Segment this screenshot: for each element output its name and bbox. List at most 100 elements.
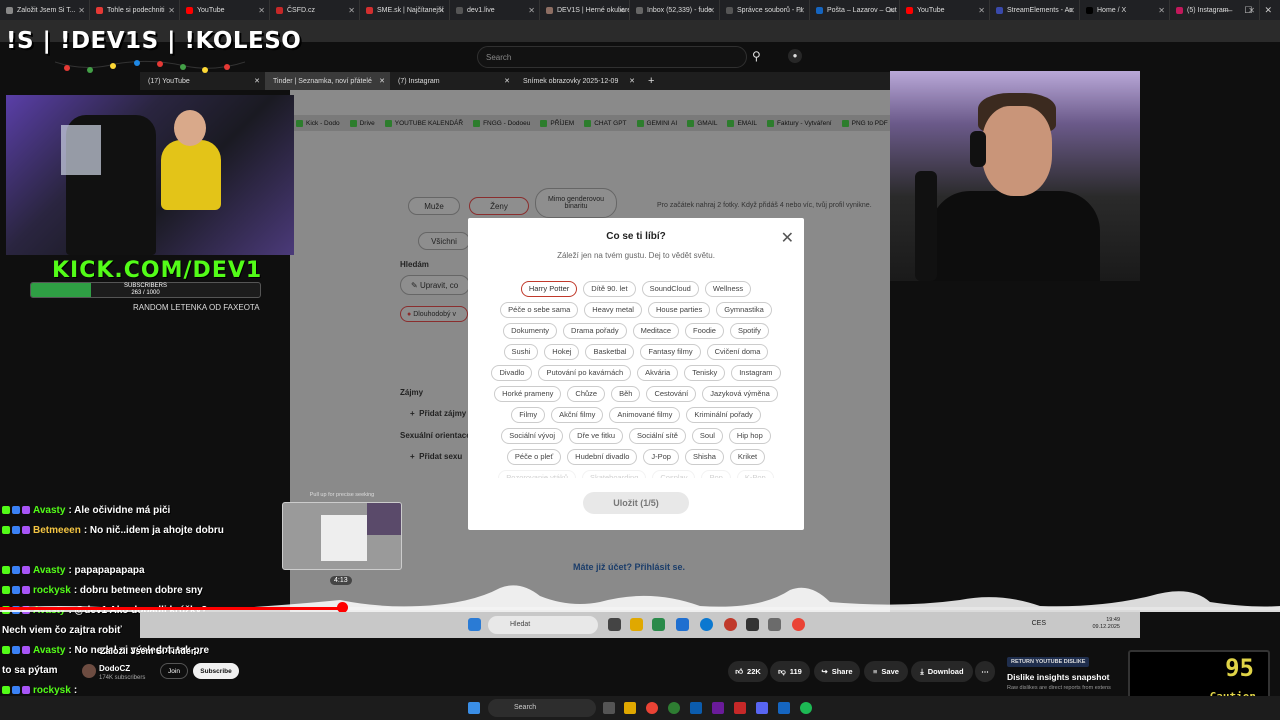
interest-chip[interactable]: Jazyková výměna: [702, 385, 778, 402]
interest-chip[interactable]: Filmy: [511, 406, 546, 423]
new-tab-icon[interactable]: +: [648, 75, 654, 87]
file-explorer-icon[interactable]: [630, 618, 643, 631]
browser-tab[interactable]: YouTube ✕: [900, 0, 990, 20]
task-view-icon[interactable]: [608, 618, 621, 631]
bookmark-item[interactable]: GEMINI AI: [636, 119, 677, 127]
interest-chip[interactable]: Cosplay: [652, 469, 696, 478]
bookmark-item[interactable]: GMAIL: [687, 119, 717, 127]
microphone-icon[interactable]: ●: [788, 49, 802, 63]
close-icon[interactable]: ✕: [781, 228, 794, 248]
bookmark-item[interactable]: YOUTUBE KALENDÁŘ: [384, 119, 463, 127]
bookmark-item[interactable]: FNGG - Dodoeu: [473, 119, 530, 127]
interest-chip[interactable]: Běh: [611, 385, 641, 402]
interest-chip[interactable]: Shisha: [684, 448, 724, 465]
interest-chip[interactable]: Cestování: [646, 385, 697, 402]
close-tab-icon[interactable]: ✕: [1068, 6, 1075, 15]
login-link[interactable]: Máte již účet? Přihlásit se.: [573, 562, 685, 572]
interest-chip[interactable]: Gymnastika: [716, 301, 772, 318]
browser-tab[interactable]: YouTube ✕: [180, 0, 270, 20]
interest-chip[interactable]: Drama pořady: [563, 322, 627, 339]
close-tab-icon[interactable]: ✕: [438, 6, 445, 15]
browser-tab[interactable]: SME.sk | Najčítanejší ✕: [360, 0, 450, 20]
interest-chip[interactable]: Meditace: [632, 322, 680, 339]
browser-tab[interactable]: Home / X ✕: [1080, 0, 1170, 20]
interest-chip[interactable]: Soul: [691, 427, 723, 444]
file-explorer-icon[interactable]: [624, 702, 636, 714]
interest-chip[interactable]: Pozorovanie vtáků: [498, 469, 576, 478]
interest-chip[interactable]: Fantasy filmy: [640, 343, 701, 360]
app-icon[interactable]: [690, 702, 702, 714]
app-icon[interactable]: [734, 702, 746, 714]
interest-chip[interactable]: Akvária: [637, 364, 679, 381]
save-video-button[interactable]: ≡ Save: [864, 661, 908, 682]
bookmark-item[interactable]: EMAIL: [727, 119, 757, 127]
app-icon[interactable]: [668, 702, 680, 714]
interest-chip[interactable]: J-Pop: [643, 448, 679, 465]
inner-browser-tab[interactable]: Tinder | Seznamka, noví přátelé ✕: [265, 72, 390, 90]
app-icon[interactable]: [778, 702, 790, 714]
youtube-search-input[interactable]: Search: [477, 46, 747, 68]
interest-chip[interactable]: Horké prameny: [494, 385, 562, 402]
close-tab-icon[interactable]: ✕: [504, 77, 510, 85]
interest-chip[interactable]: Dře ve fitku: [569, 427, 624, 444]
interest-chip[interactable]: Sushi: [503, 343, 539, 360]
channel-name[interactable]: DodoCZ: [99, 664, 130, 673]
interest-chip[interactable]: Hokej: [544, 343, 580, 360]
like-button[interactable]: 👍︎ 22K: [728, 661, 768, 682]
download-button[interactable]: ⤓ Download: [911, 661, 973, 682]
mail-icon[interactable]: [676, 618, 689, 631]
dislike-button[interactable]: 👎︎ 119: [770, 661, 810, 682]
app-icon[interactable]: [712, 702, 724, 714]
close-tab-icon[interactable]: ✕: [348, 6, 355, 15]
interest-chip[interactable]: Hip hop: [728, 427, 771, 444]
search-icon[interactable]: ⚲: [752, 49, 761, 63]
browser-tab[interactable]: dev1.live ✕: [450, 0, 540, 20]
interest-chip[interactable]: Skateboarding: [582, 469, 647, 478]
video-progress-bar[interactable]: [0, 607, 1280, 610]
calculator-icon[interactable]: [768, 618, 781, 631]
close-tab-icon[interactable]: ✕: [258, 6, 265, 15]
interest-chip[interactable]: Péče o sebe sama: [500, 301, 579, 318]
minimize-icon[interactable]: —: [1223, 5, 1232, 15]
bookmark-item[interactable]: Kick - Dodo: [296, 119, 340, 127]
windows-start-icon[interactable]: [468, 618, 481, 631]
interest-chip[interactable]: Akční filmy: [551, 406, 604, 423]
browser-tab[interactable]: StreamElements - Ac ✕: [990, 0, 1080, 20]
channel-avatar[interactable]: [82, 664, 96, 678]
close-tab-icon[interactable]: ✕: [528, 6, 535, 15]
interest-chip[interactable]: K-Pop: [736, 469, 774, 478]
close-tab-icon[interactable]: ✕: [978, 6, 985, 15]
bookmark-item[interactable]: CHAT GPT: [584, 119, 627, 127]
close-tab-icon[interactable]: ✕: [888, 6, 895, 15]
close-tab-icon[interactable]: ✕: [168, 6, 175, 15]
interest-chip[interactable]: SoundCloud: [641, 280, 699, 297]
browser-tab[interactable]: ČSFD.cz ✕: [270, 0, 360, 20]
interest-chip[interactable]: Péče o pleť: [506, 448, 562, 465]
language-indicator[interactable]: CES: [1032, 620, 1046, 627]
interest-chip[interactable]: Instagram: [731, 364, 781, 381]
interest-chip[interactable]: Tenisky: [684, 364, 726, 381]
edge-icon[interactable]: [700, 618, 713, 631]
interest-chip[interactable]: Pop: [701, 469, 731, 478]
interest-chip[interactable]: House parties: [647, 301, 711, 318]
interest-chip[interactable]: Dítě 90. let: [583, 280, 636, 297]
close-tab-icon[interactable]: ✕: [708, 6, 715, 15]
close-tab-icon[interactable]: ✕: [254, 77, 260, 85]
browser-tab[interactable]: Založit Jsem Si T... ✕: [0, 0, 90, 20]
chrome-icon[interactable]: [646, 702, 658, 714]
interest-chip[interactable]: Dokumenty: [503, 322, 558, 339]
close-tab-icon[interactable]: ✕: [78, 6, 85, 15]
close-tab-icon[interactable]: ✕: [379, 77, 385, 85]
bookmark-item[interactable]: Drive: [349, 119, 375, 127]
interest-chip[interactable]: Putování po kavárnách: [538, 364, 632, 381]
close-tab-icon[interactable]: ✕: [618, 6, 625, 15]
bookmark-item[interactable]: PŘÍJEM: [540, 119, 574, 127]
maximize-icon[interactable]: ☐: [1244, 5, 1252, 16]
interest-chip[interactable]: Kriket: [729, 448, 766, 465]
interest-chip[interactable]: Animované filmy: [609, 406, 681, 423]
interest-chip[interactable]: Sociální vývoj: [501, 427, 564, 444]
inner-browser-tab[interactable]: Snímek obrazovky 2025-12-09 ✕: [515, 72, 640, 90]
interest-chip[interactable]: Harry Potter: [520, 280, 578, 297]
more-actions-button[interactable]: ⋯: [975, 661, 995, 682]
app-icon[interactable]: [724, 618, 737, 631]
